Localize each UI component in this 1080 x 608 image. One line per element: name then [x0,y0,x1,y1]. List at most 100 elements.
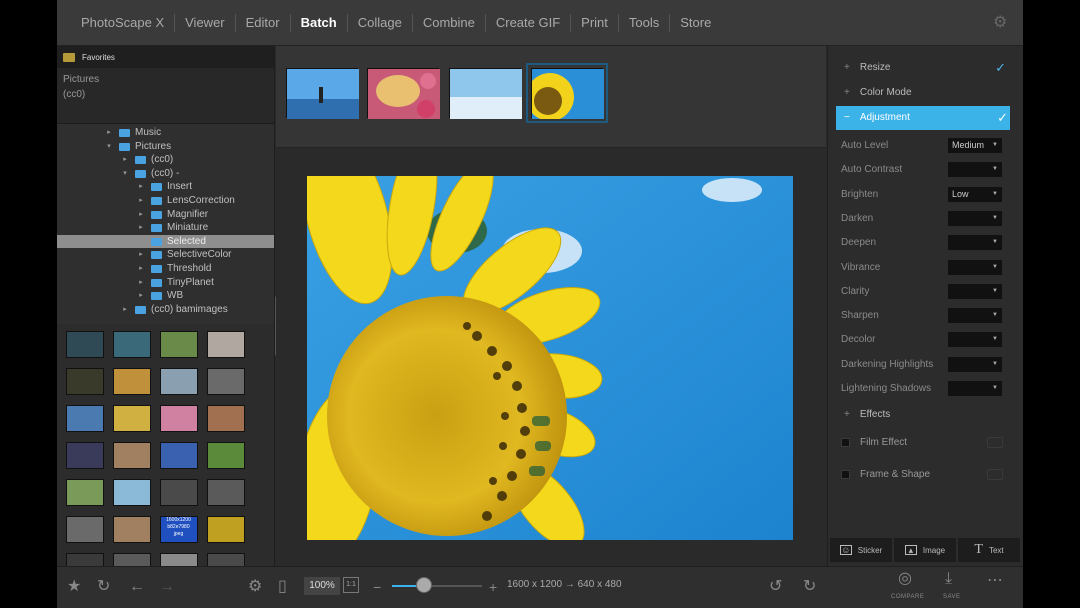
thumbnail-image[interactable] [65,405,104,432]
thumbnail-cell[interactable] [202,400,249,437]
thumbnail-cell[interactable] [155,363,202,400]
more-options-icon[interactable]: ⋯ [987,571,1003,591]
settings-gear-icon[interactable]: ⚙ [993,15,1009,31]
folder-tree-item[interactable]: ▸ TinyPlanet [57,276,274,290]
collapsed-arrow-icon[interactable]: ▸ [137,289,145,303]
thumbnail-cell[interactable] [202,437,249,474]
thumbnail-image[interactable] [112,442,151,469]
panel-toggle-icon[interactable]: ▯ [278,577,287,597]
collapsed-arrow-icon[interactable]: ▸ [137,194,145,208]
thumbnail-image[interactable] [65,516,104,543]
thumbnail-image[interactable] [112,516,151,543]
thumbnail-cell[interactable] [155,437,202,474]
zoom-in-icon[interactable]: + [489,577,497,597]
adjustment-dropdown[interactable]: Low ▼ [948,186,1002,202]
sticker-button[interactable]: ☺ Sticker [830,538,892,562]
folder-tree-item[interactable]: ▸ (cc0) bamimages [57,303,274,317]
section-resize[interactable]: + Resize ✓ [836,56,1008,80]
thumbnail-image[interactable] [65,368,104,395]
collapsed-arrow-icon[interactable]: ▸ [137,276,145,290]
frame-shape-toggle[interactable] [987,469,1003,480]
thumbnail-cell[interactable] [61,474,108,511]
menu-create-gif[interactable]: Create GIF [486,0,570,46]
recent-path-item[interactable]: Pictures [63,72,268,87]
adjustment-dropdown[interactable]: ▼ [948,259,1002,275]
thumbnail-cell[interactable] [202,474,249,511]
expanded-arrow-icon[interactable]: ▾ [105,140,113,154]
thumbnail-cell[interactable] [202,363,249,400]
folder-tree-item[interactable]: ▸ Magnifier [57,208,274,222]
frame-shape-checkbox[interactable] [841,470,850,479]
thumbnail-cell[interactable]: 1600x1200 b82e7980 jpeg [155,511,202,548]
collapsed-arrow-icon[interactable]: ▸ [137,262,145,276]
folder-tree-item[interactable]: ▾ (cc0) - [57,167,274,181]
menu-batch[interactable]: Batch [291,0,347,46]
thumbnail-image[interactable] [65,331,104,358]
text-button[interactable]: T Text [958,538,1020,562]
thumbnail-image[interactable]: 1600x1200 b82e7980 jpeg [159,516,198,543]
menu-editor[interactable]: Editor [236,0,290,46]
thumbnail-cell[interactable] [108,400,155,437]
rotate-right-icon[interactable]: ↻ [803,577,816,597]
adjustment-dropdown[interactable]: ▼ [948,308,1002,324]
adjustment-dropdown[interactable]: Medium ▼ [948,138,1002,153]
menu-print[interactable]: Print [571,0,618,46]
film-effect-option[interactable]: Film Effect [841,436,1003,452]
section-effects[interactable]: + Effects [836,403,1008,427]
thumbnail-cell[interactable] [108,363,155,400]
zoom-1to1-button[interactable]: 1:1 [343,577,359,593]
expanded-arrow-icon[interactable]: ▾ [121,167,129,181]
collapsed-arrow-icon[interactable]: ▸ [105,126,113,140]
menu-app-title[interactable]: PhotoScape X [71,0,174,46]
thumbnail-cell[interactable] [202,511,249,548]
thumbnail-cell[interactable] [61,400,108,437]
thumbnail-cell[interactable] [61,511,108,548]
zoom-slider[interactable] [392,585,482,587]
filmstrip-thumb-beach[interactable] [286,68,359,119]
thumbnail-image[interactable] [159,368,198,395]
thumbnail-image[interactable] [206,331,245,358]
thumbnail-cell[interactable] [108,326,155,363]
zoom-level-field[interactable]: 100% [304,577,340,595]
film-effect-checkbox[interactable] [841,438,850,447]
collapsed-arrow-icon[interactable]: ▸ [137,221,145,235]
thumbnail-image[interactable] [112,405,151,432]
filmstrip-thumb-sunflower[interactable] [526,63,608,123]
folder-tree-item[interactable]: ▾ Pictures [57,140,274,154]
adjustment-dropdown[interactable]: ▼ [948,162,1002,178]
zoom-slider-handle[interactable] [415,577,432,593]
thumbnail-image[interactable] [65,479,104,506]
folder-tree-item[interactable]: ▸ SelectiveColor [57,248,274,262]
thumbnail-image[interactable] [112,331,151,358]
thumbnail-image[interactable] [206,516,245,543]
thumbnail-cell[interactable] [108,474,155,511]
collapsed-arrow-icon[interactable]: ▸ [137,208,145,222]
thumbnail-image[interactable] [159,479,198,506]
adjustment-dropdown[interactable]: ▼ [948,332,1002,348]
thumbnail-cell[interactable] [155,326,202,363]
thumbnail-image[interactable] [112,368,151,395]
thumbnail-image[interactable] [206,405,245,432]
thumbnail-image[interactable] [206,368,245,395]
section-color-mode[interactable]: + Color Mode [836,81,1008,105]
thumbnail-image[interactable] [112,479,151,506]
recent-path-item[interactable]: (cc0) [63,87,268,102]
thumbnail-image[interactable] [206,479,245,506]
checkmark-icon[interactable]: ✓ [995,56,1006,80]
menu-viewer[interactable]: Viewer [175,0,235,46]
menu-combine[interactable]: Combine [413,0,485,46]
film-effect-toggle[interactable] [987,437,1003,448]
thumbnail-image[interactable] [65,442,104,469]
folder-tree-item[interactable]: ▸ Music [57,126,274,140]
thumbnail-cell[interactable] [155,474,202,511]
filmstrip-thumb-sky[interactable] [449,68,522,119]
save-label[interactable]: SAVE [943,594,961,600]
collapsed-arrow-icon[interactable]: ▸ [137,180,145,194]
adjustment-dropdown[interactable]: ▼ [948,235,1002,251]
folder-tree-item[interactable]: Selected [57,234,274,249]
collapsed-arrow-icon[interactable]: ▸ [121,303,129,317]
favorites-bar[interactable]: Favorites [57,46,274,68]
compare-label[interactable]: COMPARE [891,594,924,600]
collapsed-arrow-icon[interactable]: ▸ [121,153,129,167]
forward-arrow-icon[interactable]: → [159,577,175,597]
